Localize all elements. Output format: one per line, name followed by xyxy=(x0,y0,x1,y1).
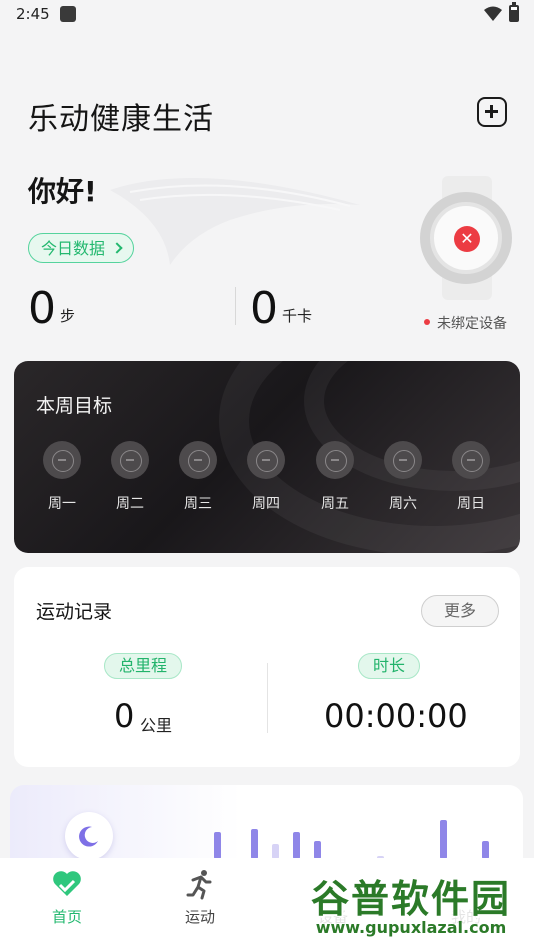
day-status-icon xyxy=(384,441,422,479)
sport-record-card: 运动记录 更多 总里程 0 公里 时长 00:00:00 xyxy=(14,567,520,767)
steps-value: 0 xyxy=(28,283,56,334)
device-status-label: 未绑定设备 xyxy=(437,316,507,332)
day-label: 周四 xyxy=(252,496,280,512)
day-label: 周三 xyxy=(184,496,212,512)
duration-tag: 时长 xyxy=(358,653,421,679)
notification-app-icon xyxy=(60,6,76,22)
status-dot-icon xyxy=(424,319,430,325)
day-friday: 周五 xyxy=(315,441,355,513)
day-label: 周六 xyxy=(389,496,417,512)
sport-record-title: 运动记录 xyxy=(36,601,113,623)
running-person-icon xyxy=(160,868,240,902)
add-button[interactable] xyxy=(477,97,507,127)
day-label: 周一 xyxy=(48,496,76,512)
day-saturday: 周六 xyxy=(383,441,423,513)
watermark-title: 谷普软件园 xyxy=(310,877,511,921)
day-status-icon xyxy=(111,441,149,479)
steps-unit: 步 xyxy=(60,307,76,325)
sleep-bar xyxy=(314,841,321,859)
day-label: 周日 xyxy=(457,496,485,512)
disconnected-x-icon: ✕ xyxy=(454,226,480,252)
more-button[interactable]: 更多 xyxy=(421,595,499,627)
day-label: 周五 xyxy=(321,496,349,512)
calories-value: 0 xyxy=(250,283,278,334)
distance-tag: 总里程 xyxy=(104,653,183,679)
record-divider xyxy=(267,663,268,733)
device-watch[interactable]: ✕ xyxy=(420,176,512,300)
status-time: 2:45 xyxy=(16,5,50,23)
distance-value: 0 xyxy=(114,697,135,735)
day-label: 周二 xyxy=(116,496,144,512)
day-sunday: 周日 xyxy=(451,441,491,513)
greeting: 你好! xyxy=(28,175,97,208)
sleep-bar xyxy=(214,832,221,859)
distance-unit: 公里 xyxy=(140,716,173,735)
battery-icon xyxy=(509,2,519,22)
day-status-icon xyxy=(316,441,354,479)
sleep-bar xyxy=(293,832,300,859)
sleep-bar xyxy=(440,820,447,859)
day-thursday: 周四 xyxy=(246,441,286,513)
sleep-bar xyxy=(251,829,258,859)
day-status-icon xyxy=(179,441,217,479)
decorative-swoosh xyxy=(110,178,360,265)
weekly-goal-card[interactable]: 本周目标 周一 周二 周三 周四 周五 周六 周日 xyxy=(14,361,520,553)
status-bar: 2:45 xyxy=(0,0,534,30)
heart-home-icon xyxy=(27,868,107,902)
nav-sport[interactable]: 运动 xyxy=(160,868,240,927)
day-wednesday: 周三 xyxy=(178,441,218,513)
calories-unit: 千卡 xyxy=(282,307,313,325)
watch-face: ✕ xyxy=(420,192,512,284)
sleep-bar xyxy=(272,844,279,859)
day-monday: 周一 xyxy=(42,441,82,513)
today-data-label: 今日数据 xyxy=(41,238,106,258)
sleep-bar xyxy=(482,841,489,859)
chevron-right-icon xyxy=(111,242,123,254)
today-data-button[interactable]: 今日数据 xyxy=(28,233,135,263)
day-status-icon xyxy=(247,441,285,479)
nav-home[interactable]: 首页 xyxy=(27,868,107,927)
day-tuesday: 周二 xyxy=(110,441,150,513)
day-status-icon xyxy=(452,441,490,479)
watermark: 谷普软件园 www.gupuxlazal.com xyxy=(293,866,529,944)
nav-sport-label: 运动 xyxy=(184,908,215,926)
day-status-icon xyxy=(43,441,81,479)
metric-divider xyxy=(235,287,236,325)
weekly-goal-title: 本周目标 xyxy=(36,395,113,417)
wifi-icon xyxy=(484,6,502,21)
duration-value: 00:00:00 xyxy=(324,697,468,735)
nav-home-label: 首页 xyxy=(51,908,82,926)
app-title: 乐动健康生活 xyxy=(28,102,214,137)
watermark-url: www.gupuxlazal.com xyxy=(315,918,507,937)
